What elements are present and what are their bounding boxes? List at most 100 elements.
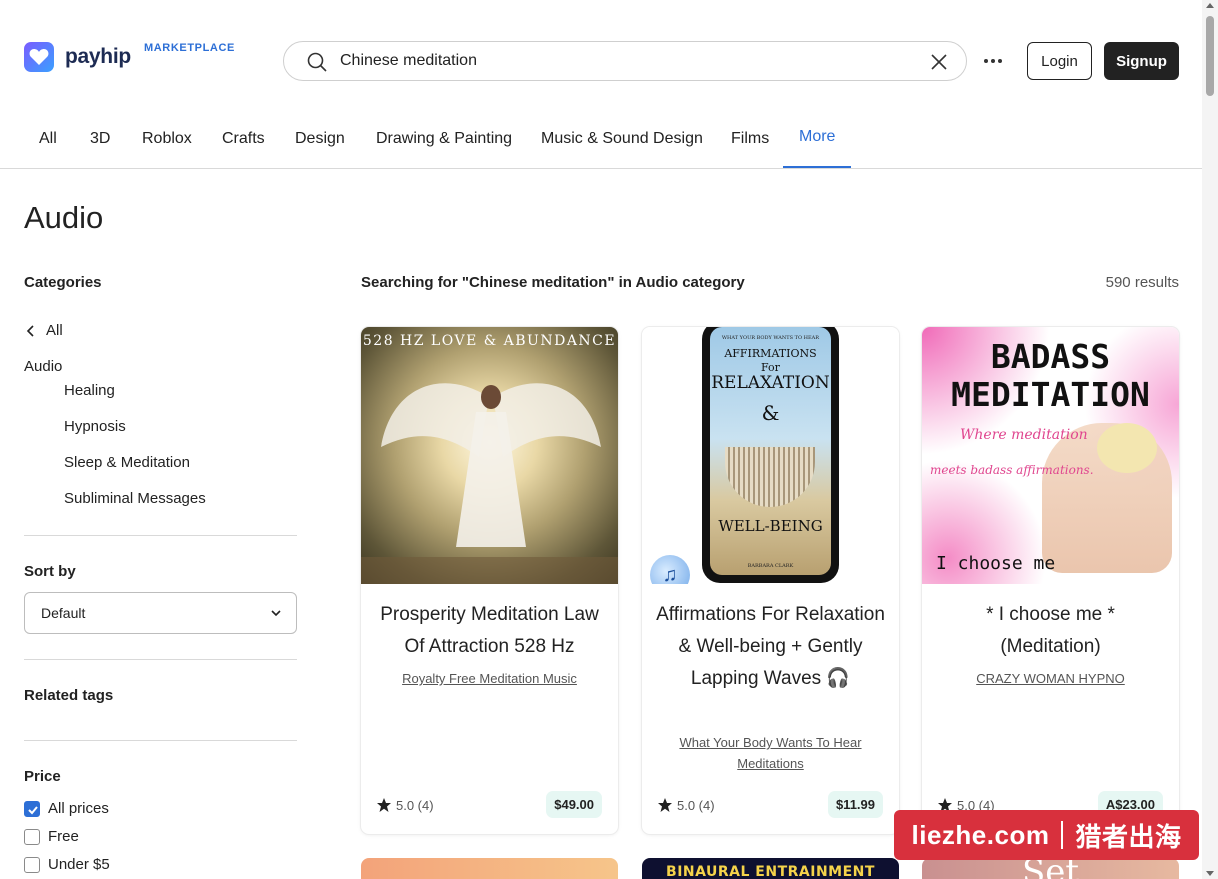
scroll-up-icon[interactable]	[1206, 3, 1214, 8]
hammock-illustration	[725, 447, 815, 507]
subcategory-hypnosis[interactable]: Hypnosis	[64, 418, 126, 435]
price-option-free[interactable]: Free	[24, 828, 79, 845]
rating-value: 5.0 (4)	[396, 797, 434, 813]
price-option-label: Free	[48, 828, 79, 845]
cover-text: BINAURAL ENTRAINMENT	[666, 864, 875, 879]
checkbox-checked[interactable]	[24, 800, 40, 817]
search-input[interactable]	[340, 50, 900, 72]
cover-text: &	[761, 401, 780, 425]
tab-3d[interactable]: 3D	[74, 120, 126, 168]
sort-heading: Sort by	[24, 563, 76, 580]
tab-more[interactable]: More	[783, 120, 852, 168]
heart-logo-icon	[24, 42, 54, 72]
phone-illustration: WHAT YOUR BODY WANTS TO HEAR AFFIRMATION…	[702, 327, 839, 583]
product-creator-link[interactable]: What Your Body Wants To Hear Meditations	[658, 732, 883, 774]
price-option-label: All prices	[48, 800, 109, 817]
price-option-under-5[interactable]: Under $5	[24, 856, 110, 873]
tab-all[interactable]: All	[23, 120, 73, 168]
tab-roblox[interactable]: Roblox	[126, 120, 208, 168]
cover-text: MEDITATION	[951, 375, 1150, 414]
watermark-left: liezhe.com	[911, 819, 1050, 850]
product-card[interactable]: 528 HZ LOVE & ABUNDANCE Prosperity Medit…	[361, 327, 618, 834]
scrollbar-thumb[interactable]	[1206, 16, 1214, 96]
product-card[interactable]: BINAURAL ENTRAINMENT	[642, 858, 899, 879]
price-badge: $11.99	[827, 791, 883, 818]
back-all-label: All	[46, 322, 63, 339]
subcategory-subliminal-messages[interactable]: Subliminal Messages	[64, 490, 206, 507]
star-icon	[377, 798, 391, 812]
hair-illustration	[1097, 423, 1157, 473]
tab-films[interactable]: Films	[715, 120, 785, 168]
chevron-left-icon	[26, 324, 34, 337]
sort-value: Default	[41, 605, 86, 621]
price-heading: Price	[24, 768, 61, 785]
product-card[interactable]: WHAT YOUR BODY WANTS TO HEAR AFFIRMATION…	[642, 327, 899, 834]
product-card[interactable]: Set	[922, 858, 1179, 879]
category-nav: All 3D Roblox Crafts Design Drawing & Pa…	[0, 120, 1202, 169]
search-icon	[307, 52, 327, 72]
product-rating: 5.0 (4)	[376, 797, 434, 813]
phone-screen: WHAT YOUR BODY WANTS TO HEAR AFFIRMATION…	[710, 327, 831, 575]
subcategory-healing[interactable]: Healing	[64, 382, 115, 399]
music-note-icon: ♫	[650, 555, 690, 584]
product-cover-image[interactable]: 528 HZ LOVE & ABUNDANCE	[361, 327, 618, 584]
watermark-banner: liezhe.com 猎者出海	[894, 810, 1199, 860]
price-option-all[interactable]: All prices	[24, 800, 109, 817]
divider	[24, 740, 297, 741]
clear-search-icon[interactable]	[930, 53, 948, 71]
product-creator-link[interactable]: Royalty Free Meditation Music	[377, 668, 602, 689]
product-title[interactable]: Prosperity Meditation Law Of Attraction …	[373, 599, 606, 663]
cover-text: meets badass affirmations.	[930, 463, 1094, 477]
cover-text: AFFIRMATIONS	[724, 347, 817, 360]
product-card[interactable]	[361, 858, 618, 879]
tab-music-sound-design[interactable]: Music & Sound Design	[525, 120, 719, 168]
cover-text: BARBARA CLARK	[747, 563, 794, 569]
signup-button[interactable]: Signup	[1104, 42, 1179, 80]
page-scrollbar[interactable]	[1202, 0, 1218, 879]
checkmark-icon	[28, 805, 38, 814]
product-creator-link[interactable]: CRAZY WOMAN HYPNO	[938, 668, 1163, 689]
watermark-separator	[1061, 821, 1064, 849]
product-cover-image[interactable]: WHAT YOUR BODY WANTS TO HEAR AFFIRMATION…	[642, 327, 899, 584]
categories-heading: Categories	[24, 274, 102, 291]
rating-value: 5.0 (4)	[677, 797, 715, 813]
related-tags-heading: Related tags	[24, 687, 114, 704]
angel-illustration	[361, 383, 618, 584]
search-bar[interactable]	[283, 41, 967, 81]
cover-text: Set	[1021, 858, 1080, 879]
divider	[24, 659, 297, 660]
logo-text: payhip	[65, 45, 131, 68]
top-header: payhip MARKETPLACE Login Signup	[0, 0, 1202, 120]
product-cover-image[interactable]: BADASS MEDITATION Where meditation meets…	[922, 327, 1179, 584]
cover-text: RELAXATION	[711, 373, 830, 393]
marketplace-label[interactable]: MARKETPLACE	[144, 42, 235, 54]
tab-crafts[interactable]: Crafts	[206, 120, 281, 168]
checkbox[interactable]	[24, 828, 40, 845]
checkbox[interactable]	[24, 856, 40, 873]
sort-select[interactable]: Default	[24, 592, 297, 634]
star-icon	[658, 798, 672, 812]
tab-design[interactable]: Design	[279, 120, 361, 168]
chevron-down-icon	[271, 610, 281, 617]
product-title[interactable]: Affirmations For Relaxation & Well-being…	[654, 599, 887, 695]
more-options-icon[interactable]	[983, 51, 1003, 71]
product-title[interactable]: * I choose me * (Meditation)	[934, 599, 1167, 663]
watermark-right: 猎者出海	[1075, 821, 1182, 852]
login-button[interactable]: Login	[1027, 42, 1092, 80]
cover-text: BADASS	[990, 337, 1111, 376]
cover-text: Where meditation	[960, 427, 1088, 443]
scroll-down-icon[interactable]	[1206, 871, 1214, 876]
back-to-all-link[interactable]: All	[24, 322, 63, 339]
product-rating: 5.0 (4)	[657, 797, 715, 813]
price-badge: $49.00	[546, 791, 602, 818]
search-results-heading: Searching for "Chinese meditation" in Au…	[361, 274, 745, 291]
product-card[interactable]: BADASS MEDITATION Where meditation meets…	[922, 327, 1179, 834]
divider	[24, 535, 297, 536]
results-count: 590 results	[1105, 274, 1179, 291]
tab-drawing-painting[interactable]: Drawing & Painting	[360, 120, 528, 168]
category-audio[interactable]: Audio	[24, 358, 62, 375]
payhip-logo[interactable]: payhip	[24, 42, 131, 72]
cover-text: WHAT YOUR BODY WANTS TO HEAR	[721, 335, 820, 341]
subcategory-sleep-meditation[interactable]: Sleep & Meditation	[64, 454, 190, 471]
price-option-label: Under $5	[48, 856, 110, 873]
